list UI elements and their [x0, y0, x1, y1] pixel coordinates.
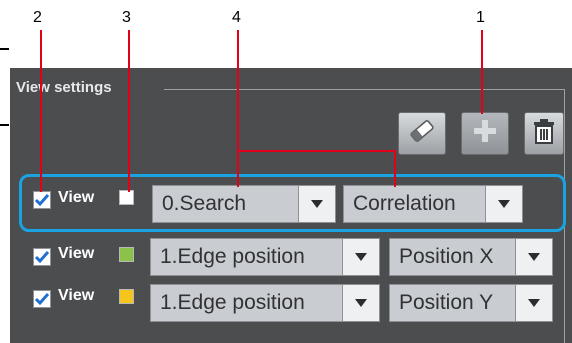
callout-number-1: 1 — [476, 9, 485, 26]
color-swatch-row-2[interactable] — [119, 247, 134, 262]
color-swatch-row-3[interactable] — [119, 289, 134, 304]
measure-dropdown-value: Position Y — [399, 291, 494, 314]
item-dropdown-row-3[interactable]: 1.Edge position — [150, 284, 380, 322]
item-dropdown-row-2[interactable]: 1.Edge position — [150, 238, 380, 276]
measure-dropdown-value: Position X — [399, 245, 494, 268]
callout-line-3 — [128, 30, 130, 192]
measure-dropdown-row-2[interactable]: Position X — [389, 238, 553, 276]
checkmark-icon — [34, 251, 50, 264]
callout-line-4-stem — [237, 30, 239, 152]
chevron-down-icon — [342, 285, 379, 321]
chevron-down-icon — [515, 239, 552, 275]
trash-icon — [531, 117, 557, 150]
callout-number-3: 3 — [122, 9, 131, 26]
view-checkbox-row-2[interactable] — [33, 248, 51, 266]
callout-line-4-left — [237, 150, 239, 187]
chevron-down-icon — [342, 239, 379, 275]
measure-dropdown-row-3[interactable]: Position Y — [389, 284, 553, 322]
view-checkbox-row-3[interactable] — [33, 290, 51, 308]
view-label-row-2: View — [58, 245, 95, 262]
callout-line-4-right — [394, 150, 396, 187]
delete-button[interactable] — [524, 112, 564, 155]
eraser-icon — [408, 119, 436, 148]
eraser-button[interactable] — [398, 112, 446, 155]
callout-line-1 — [481, 30, 483, 114]
plus-icon — [472, 118, 498, 149]
callout-line-2 — [40, 30, 42, 192]
callout-line-4-bar — [237, 150, 396, 152]
add-button[interactable] — [461, 112, 509, 155]
item-dropdown-value: 1.Edge position — [160, 245, 305, 268]
margin-tick — [0, 124, 9, 126]
checkmark-icon — [34, 293, 50, 306]
callout-number-2: 2 — [33, 9, 42, 26]
group-title: View settings — [16, 79, 112, 96]
margin-tick — [0, 48, 9, 50]
item-dropdown-value: 1.Edge position — [160, 291, 305, 314]
chevron-down-icon — [515, 285, 552, 321]
view-label-row-3: View — [58, 287, 95, 304]
callout-number-4: 4 — [232, 9, 241, 26]
group-border — [164, 89, 565, 90]
selected-row-highlight — [19, 174, 566, 232]
